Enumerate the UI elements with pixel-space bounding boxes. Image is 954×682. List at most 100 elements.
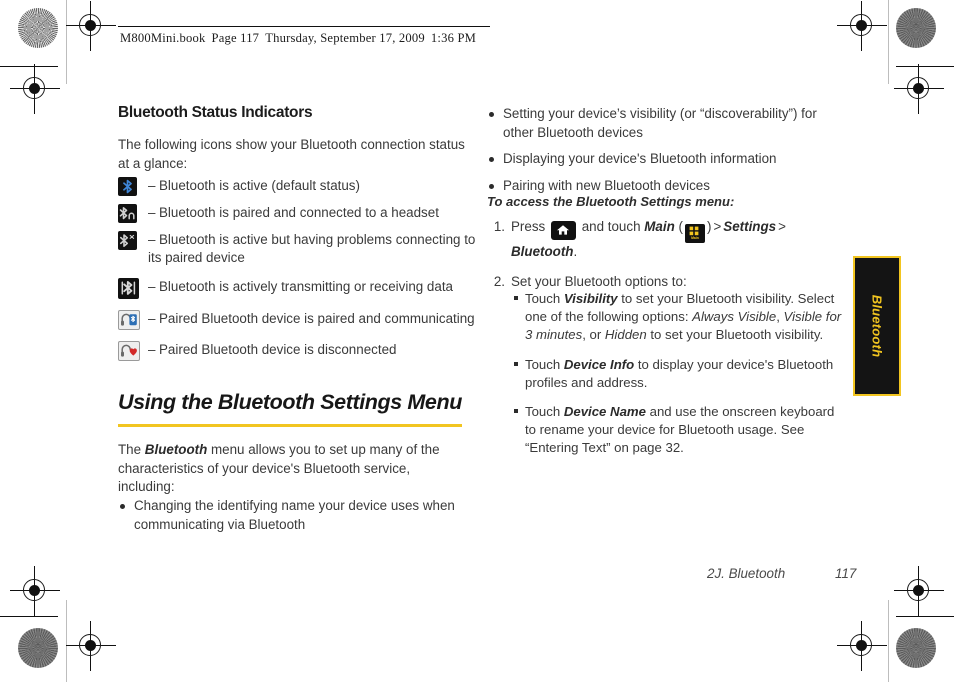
header-file: M800Mini.book <box>120 31 206 45</box>
home-icon <box>550 220 576 240</box>
trim-line-bottom-right <box>896 616 954 617</box>
headset-paired-communicating-icon <box>118 309 140 330</box>
sub-emphasis-device-info: Device Info <box>563 356 635 372</box>
procedure-lead-in: To access the Bluetooth Settings menu: <box>487 194 735 209</box>
status-indicator-desc: – Bluetooth is paired and connected to a … <box>148 203 439 222</box>
status-indicator-row: – Paired Bluetooth device is disconnected <box>118 340 480 361</box>
status-indicator-row: – Bluetooth is actively transmitting or r… <box>118 277 480 299</box>
sub-pre: Touch <box>525 356 564 372</box>
step-bluetooth-emphasis: Bluetooth <box>511 243 574 259</box>
registration-target-left-lower <box>10 566 60 616</box>
registration-target-right-upper <box>894 64 944 114</box>
step-number: 1. <box>493 219 505 234</box>
sub-emphasis-always-visible: Always Visible <box>692 309 777 325</box>
dash: – <box>148 278 156 294</box>
title-underline-rule <box>118 424 462 427</box>
status-indicator-desc: – Paired Bluetooth device is paired and c… <box>148 309 475 328</box>
step-settings-emphasis: Settings <box>723 219 777 234</box>
status-indicator-row: – Paired Bluetooth device is paired and c… <box>118 309 480 330</box>
sub-emphasis-visibility: Visibility <box>563 291 618 306</box>
footer-chapter: 2J. Bluetooth <box>707 566 786 581</box>
list-item: Pairing with new Bluetooth devices <box>489 177 845 196</box>
sub-mid-3: , or <box>582 327 605 343</box>
dash: – <box>148 178 156 193</box>
chevron-separator: > <box>778 219 786 234</box>
trim-line-top-right <box>896 66 954 67</box>
desc-text: Bluetooth is actively transmitting or re… <box>159 278 453 294</box>
bluetooth-headset-connected-icon <box>118 204 137 223</box>
procedure-sub-bullet-list: Touch Visibility to set your Bluetooth v… <box>514 290 846 467</box>
right-bullet-list: Setting your device’s visibility (or “di… <box>489 105 845 203</box>
status-indicator-desc: – Bluetooth is actively transmitting or r… <box>148 277 453 296</box>
registration-target-bottom-inner-right <box>837 621 887 671</box>
registration-target-top-inner-left <box>66 1 116 51</box>
desc-text: Bluetooth is active (default status) <box>159 178 360 193</box>
list-item: Setting your device’s visibility (or “di… <box>489 105 845 142</box>
list-item: Displaying your device's Bluetooth infor… <box>489 150 845 169</box>
list-item: Changing the identifying name your devic… <box>120 497 468 534</box>
body-paragraph: The Bluetooth menu allows you to set up … <box>118 441 468 497</box>
registration-target-right-lower <box>894 566 944 616</box>
procedure-step-1: 1. Press and touch Main (Main) > Settings >B… <box>489 218 849 261</box>
status-indicator-list: – Bluetooth is active (default status) – B… <box>118 176 480 368</box>
status-indicator-desc: – Paired Bluetooth device is disconnected <box>148 340 396 359</box>
body-pre: The <box>118 442 145 457</box>
footer-page-number: 117 <box>835 566 857 581</box>
dash: – <box>148 205 156 220</box>
icon-cell <box>118 309 148 330</box>
section-subheading: Bluetooth Status Indicators <box>118 104 313 121</box>
header-page-label: Page 117 <box>211 31 260 45</box>
status-indicator-row: – Bluetooth is paired and connected to a … <box>118 203 480 223</box>
chevron-separator: > <box>713 219 722 234</box>
status-indicator-desc: – Bluetooth is active (default status) <box>148 176 360 195</box>
side-tab-label: Bluetooth <box>869 294 885 358</box>
trim-line-left-bottom <box>66 600 67 682</box>
dash: – <box>148 341 156 357</box>
desc-text: Bluetooth is active but having problems … <box>148 232 476 266</box>
icon-cell <box>118 277 148 299</box>
dash: – <box>148 232 156 247</box>
trim-line-right-bottom <box>888 600 889 682</box>
sub-emphasis-hidden: Hidden <box>604 327 647 343</box>
step-and-touch-label: and touch <box>581 219 641 234</box>
home-icon-wrapper <box>550 220 576 242</box>
intro-paragraph: The following icons show your Bluetooth … <box>118 137 465 171</box>
main-grid-icon: Main <box>684 223 705 243</box>
icon-cell <box>118 176 148 196</box>
icon-cell <box>118 203 148 223</box>
sub-list-item-visibility: Touch Visibility to set your Bluetooth v… <box>514 290 846 345</box>
status-indicator-desc: – Bluetooth is active but having problems… <box>148 230 480 268</box>
header-date: Thursday, September 17, 2009 <box>265 31 425 45</box>
desc-text: Paired Bluetooth device is paired and co… <box>159 310 475 326</box>
chapter-side-tab: Bluetooth <box>853 256 901 396</box>
running-header: M800Mini.book Page 117 Thursday, September… <box>120 31 476 46</box>
main-icon-label: Main <box>691 235 699 240</box>
sub-list-item-device-info: Touch Device Info to display your device… <box>514 356 846 392</box>
bluetooth-active-icon <box>118 177 137 196</box>
left-bullet-list: Changing the identifying name your devic… <box>120 497 468 542</box>
page-title: Using the Bluetooth Settings Menu <box>118 390 462 414</box>
registration-rosette-bottom-right <box>896 628 936 668</box>
registration-rosette-top-right <box>896 8 936 48</box>
step-number: 2. <box>493 274 505 290</box>
bluetooth-transmitting-icon <box>118 277 139 299</box>
dash: – <box>148 310 156 326</box>
icon-cell <box>118 340 148 361</box>
main-icon-wrapper: Main <box>684 223 705 243</box>
status-indicator-row: – Bluetooth is active (default status) <box>118 176 480 196</box>
step-period: . <box>573 243 578 259</box>
registration-target-bottom-inner-left <box>66 621 116 671</box>
registration-target-top-inner-right <box>837 1 887 51</box>
header-time: 1:36 PM <box>430 31 477 45</box>
step-press-label: Press <box>511 219 546 234</box>
sub-mid-2: , <box>776 309 784 325</box>
sub-pre: Touch <box>525 291 564 306</box>
trim-line-right <box>888 0 889 84</box>
body-emphasis: Bluetooth <box>144 442 208 457</box>
sub-pre: Touch <box>525 404 564 420</box>
step-2-text: Set your Bluetooth options to: <box>511 274 687 290</box>
procedure-step-2: 2. Set your Bluetooth options to: <box>489 273 849 292</box>
step-main-emphasis: Main <box>644 219 675 234</box>
paren-open: ( <box>678 219 683 234</box>
trim-line-left <box>66 0 67 84</box>
